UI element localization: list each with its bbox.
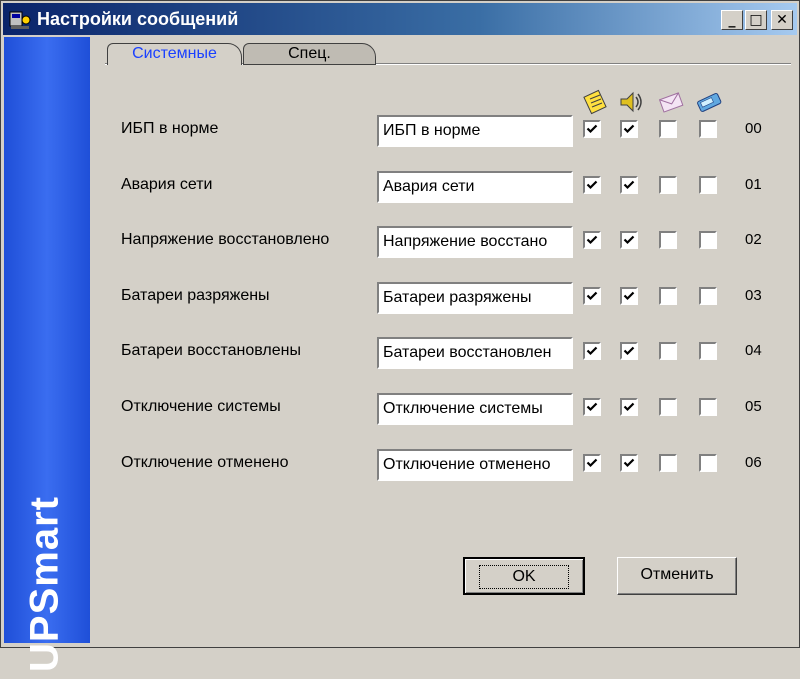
notify-screen-checkbox[interactable]	[583, 342, 601, 361]
message-text-input[interactable]	[377, 226, 573, 259]
event-code: 03	[745, 286, 762, 304]
cancel-button[interactable]: Отменить	[617, 557, 737, 595]
notify-sound-checkbox[interactable]	[620, 398, 638, 416]
window-title: Настройки сообщений	[37, 9, 239, 29]
brand-text: UPSmart	[22, 496, 67, 672]
row-label: Батареи разряжены	[121, 286, 270, 304]
notify-screen-checkbox[interactable]	[583, 175, 601, 194]
event-code: 02	[745, 231, 762, 249]
notify-pager-checkbox[interactable]	[699, 342, 717, 361]
event-code: 00	[745, 120, 762, 137]
row-label: Отключение системы	[121, 398, 281, 415]
event-code: 01	[745, 175, 762, 193]
close-button[interactable]: ✕	[771, 10, 793, 30]
event-code: 05	[745, 398, 762, 415]
dialog-content: Спец. Системные ИБП в норме00Авария сет	[97, 37, 797, 643]
tab-system[interactable]: Системные	[107, 43, 242, 65]
notify-screen-checkbox[interactable]	[583, 453, 601, 472]
notify-sound-checkbox[interactable]	[620, 175, 638, 194]
notify-sound-checkbox[interactable]	[620, 120, 638, 138]
brand-sidebar: UPSmart	[4, 37, 90, 672]
notify-sound-checkbox[interactable]	[620, 453, 638, 472]
event-code: 04	[745, 342, 762, 360]
notify-email-checkbox[interactable]	[659, 453, 677, 472]
message-text-input[interactable]	[377, 281, 573, 314]
notify-sound-checkbox[interactable]	[620, 231, 638, 250]
ok-button[interactable]: OK	[463, 557, 585, 595]
brand-logo: UPSmart	[10, 489, 80, 679]
checkmark-icon	[586, 124, 598, 134]
minimize-button[interactable]: _	[721, 10, 743, 30]
checkmark-icon	[623, 458, 635, 467]
checkmark-icon	[586, 291, 598, 300]
notify-pager-checkbox[interactable]	[699, 175, 717, 194]
maximize-button[interactable]: □	[745, 10, 767, 30]
notify-pager-checkbox[interactable]	[699, 286, 717, 305]
notify-screen-checkbox[interactable]	[583, 231, 601, 250]
notify-pager-checkbox[interactable]	[699, 120, 717, 138]
message-text-input[interactable]	[377, 170, 573, 203]
checkmark-icon	[586, 180, 598, 189]
row-label: Отключение отменено	[121, 453, 289, 471]
notify-email-checkbox[interactable]	[659, 342, 677, 361]
notify-pager-checkbox[interactable]	[699, 398, 717, 416]
notify-email-checkbox[interactable]	[659, 398, 677, 416]
tab-special[interactable]: Спец.	[243, 43, 376, 65]
notify-email-checkbox[interactable]	[659, 175, 677, 194]
speaker-icon	[620, 91, 642, 113]
notify-email-checkbox[interactable]	[659, 231, 677, 250]
checkmark-icon	[586, 458, 598, 467]
notify-email-checkbox[interactable]	[659, 286, 677, 305]
checkmark-icon	[623, 291, 635, 300]
email-icon	[658, 92, 684, 113]
ok-focus-rect: OK	[479, 565, 569, 589]
message-text-input[interactable]	[377, 337, 573, 370]
notify-screen-checkbox[interactable]	[583, 286, 601, 305]
message-text-input[interactable]	[377, 115, 573, 147]
notify-sound-checkbox[interactable]	[620, 342, 638, 361]
row-label: Напряжение восстановлено	[121, 231, 330, 249]
app-icon	[9, 11, 31, 29]
checkmark-icon	[623, 124, 635, 134]
checkmark-icon	[586, 347, 598, 356]
notify-screen-checkbox[interactable]	[583, 120, 601, 138]
notify-email-checkbox[interactable]	[659, 120, 677, 138]
notepad-icon	[583, 89, 607, 115]
event-code: 06	[745, 453, 762, 471]
checkmark-icon	[623, 235, 635, 245]
row-label: Авария сети	[121, 175, 213, 193]
checkmark-icon	[623, 347, 635, 356]
checkmark-icon	[586, 235, 598, 245]
message-text-input[interactable]	[377, 448, 573, 481]
row-label: Батареи восстановлены	[121, 342, 301, 360]
message-text-input[interactable]	[377, 393, 573, 425]
settings-window: Настройки сообщений _ □ ✕ UPSmart Спец. …	[0, 0, 800, 672]
notify-sound-checkbox[interactable]	[620, 286, 638, 305]
ok-label: OK	[512, 568, 536, 585]
notify-pager-checkbox[interactable]	[699, 231, 717, 250]
pager-icon	[697, 92, 722, 112]
title-bar[interactable]: Настройки сообщений _ □ ✕	[3, 3, 797, 35]
notify-screen-checkbox[interactable]	[583, 398, 601, 416]
checkmark-icon	[623, 180, 635, 189]
checkmark-icon	[623, 402, 635, 412]
checkmark-icon	[586, 402, 598, 412]
row-label: ИБП в норме	[121, 120, 219, 137]
notify-pager-checkbox[interactable]	[699, 453, 717, 472]
